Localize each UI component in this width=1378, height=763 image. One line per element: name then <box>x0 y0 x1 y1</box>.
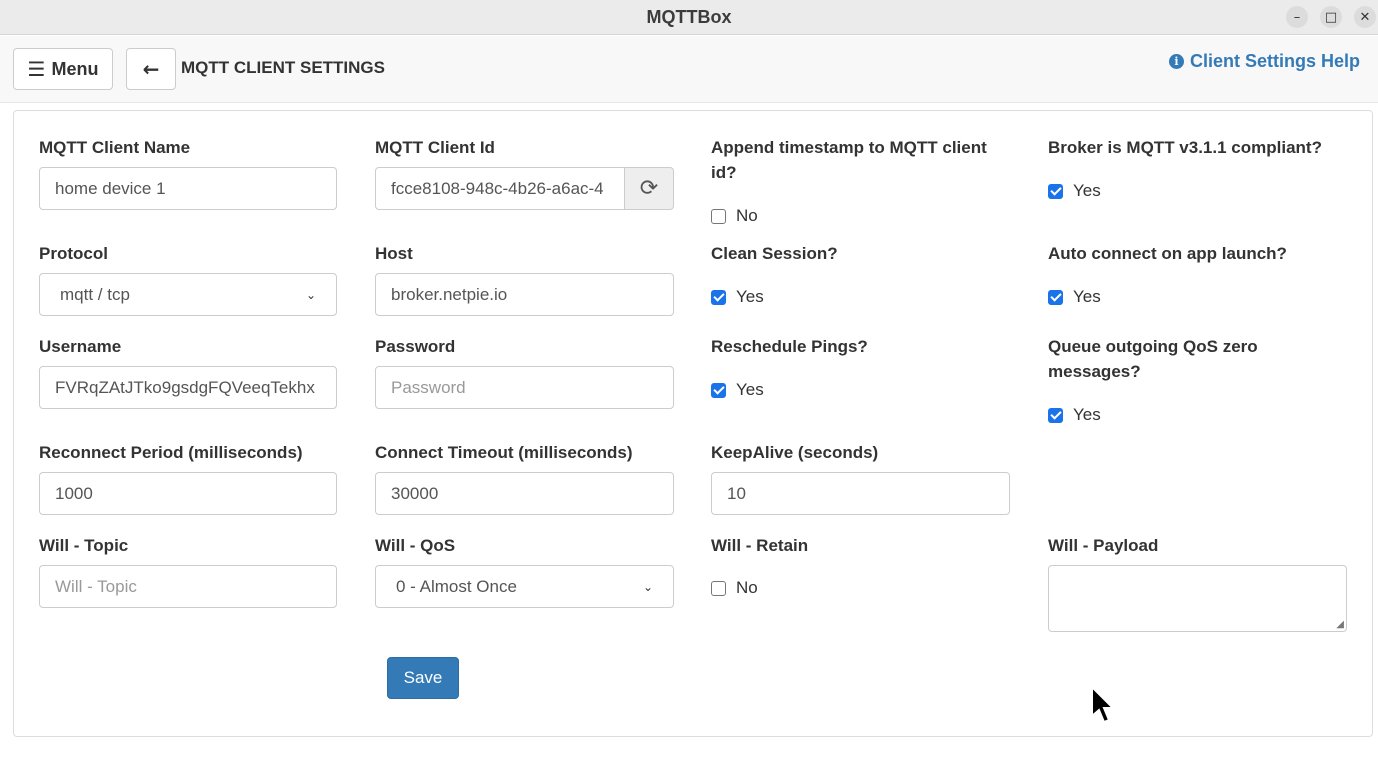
will-topic-input[interactable]: Will - Topic <box>39 565 337 608</box>
will-topic-label: Will - Topic <box>39 536 129 555</box>
host-label: Host <box>375 244 413 263</box>
will-retain-option: No <box>736 578 758 597</box>
chevron-down-icon: ⌄ <box>305 287 316 302</box>
client-name-label: MQTT Client Name <box>39 138 191 157</box>
username-input[interactable]: FVRqZAtJTko9gsdgFQVeeqTekhx <box>39 366 337 409</box>
protocol-label: Protocol <box>39 244 108 263</box>
auto-connect-option: Yes <box>1073 287 1101 306</box>
window-titlebar: MQTTBox – □ ✕ <box>0 0 1378 35</box>
connect-timeout-label: Connect Timeout (milliseconds) <box>375 443 633 462</box>
refresh-icon: ⟳ <box>639 176 659 201</box>
reconnect-period-input[interactable]: 1000 <box>39 472 337 515</box>
reschedule-pings-checkbox[interactable]: Yes <box>711 380 764 400</box>
clean-session-option: Yes <box>736 287 764 306</box>
will-qos-select[interactable]: 0 - Almost Once ⌄ <box>375 565 674 608</box>
menu-button-label: Menu <box>51 58 99 79</box>
client-settings-help-link[interactable]: i Client Settings Help <box>1168 51 1360 72</box>
append-timestamp-checkbox[interactable]: No <box>711 206 758 226</box>
page-title: MQTT CLIENT SETTINGS <box>181 58 385 77</box>
queue-qos-zero-option: Yes <box>1073 405 1101 424</box>
checkbox-checked-icon[interactable] <box>1048 183 1063 199</box>
append-timestamp-option: No <box>736 206 758 225</box>
close-icon[interactable]: ✕ <box>1354 6 1376 28</box>
top-navbar: ☰ Menu ← MQTT CLIENT SETTINGS i Client S… <box>0 36 1378 103</box>
client-id-label: MQTT Client Id <box>375 138 495 157</box>
password-label: Password <box>375 337 456 356</box>
help-link-label: Client Settings Help <box>1189 51 1360 71</box>
reschedule-pings-option: Yes <box>736 380 764 399</box>
client-id-input[interactable]: fcce8108-948c-4b26-a6ac-4 <box>375 167 626 210</box>
clean-session-checkbox[interactable]: Yes <box>711 287 764 307</box>
auto-connect-checkbox[interactable]: Yes <box>1048 287 1101 307</box>
queue-qos-zero-label: Queue outgoing QoS zero messages? <box>1048 337 1258 381</box>
mqtt-compliant-label: Broker is MQTT v3.1.1 compliant? <box>1048 138 1322 157</box>
will-payload-textarea[interactable]: ◢ <box>1048 565 1347 632</box>
hamburger-icon: ☰ <box>27 57 46 81</box>
resize-handle-icon[interactable]: ◢ <box>1336 619 1344 630</box>
regenerate-id-button[interactable]: ⟳ <box>624 167 674 210</box>
mouse-cursor-icon <box>1091 686 1116 724</box>
keepalive-label: KeepAlive (seconds) <box>711 443 879 462</box>
clean-session-label: Clean Session? <box>711 244 838 263</box>
chevron-down-icon: ⌄ <box>642 579 653 594</box>
minimize-icon[interactable]: – <box>1286 6 1308 28</box>
reconnect-period-label: Reconnect Period (milliseconds) <box>39 443 303 462</box>
window-controls: – □ ✕ <box>1286 6 1376 28</box>
will-qos-value: 0 - Almost Once <box>396 576 517 596</box>
save-button[interactable]: Save <box>387 657 459 699</box>
keepalive-input[interactable]: 10 <box>711 472 1010 515</box>
password-input[interactable]: Password <box>375 366 674 409</box>
queue-qos-zero-checkbox[interactable]: Yes <box>1048 405 1101 425</box>
checkbox-unchecked-icon[interactable] <box>711 208 726 224</box>
will-qos-label: Will - QoS <box>375 536 456 555</box>
reschedule-pings-label: Reschedule Pings? <box>711 337 868 356</box>
protocol-value: mqtt / tcp <box>60 284 130 304</box>
arrow-left-icon: ← <box>142 57 160 81</box>
connect-timeout-input[interactable]: 30000 <box>375 472 674 515</box>
maximize-icon[interactable]: □ <box>1320 6 1342 28</box>
will-retain-label: Will - Retain <box>711 536 809 555</box>
username-label: Username <box>39 337 122 356</box>
mqtt-compliant-checkbox[interactable]: Yes <box>1048 181 1101 201</box>
checkbox-unchecked-icon[interactable] <box>711 580 726 596</box>
mqtt-compliant-option: Yes <box>1073 181 1101 200</box>
checkbox-checked-icon[interactable] <box>1048 289 1063 305</box>
host-input[interactable]: broker.netpie.io <box>375 273 674 316</box>
protocol-select[interactable]: mqtt / tcp ⌄ <box>39 273 337 316</box>
checkbox-checked-icon[interactable] <box>711 382 726 398</box>
checkbox-checked-icon[interactable] <box>711 289 726 305</box>
auto-connect-label: Auto connect on app launch? <box>1048 244 1287 263</box>
will-payload-label: Will - Payload <box>1048 536 1159 555</box>
checkbox-checked-icon[interactable] <box>1048 407 1063 423</box>
menu-button[interactable]: ☰ Menu <box>13 48 113 90</box>
client-name-input[interactable]: home device 1 <box>39 167 337 210</box>
will-retain-checkbox[interactable]: No <box>711 578 758 598</box>
back-button[interactable]: ← <box>126 48 176 90</box>
append-timestamp-label: Append timestamp to MQTT client id? <box>711 138 987 182</box>
info-icon: i <box>1168 54 1184 69</box>
window-title: MQTTBox <box>646 6 732 27</box>
